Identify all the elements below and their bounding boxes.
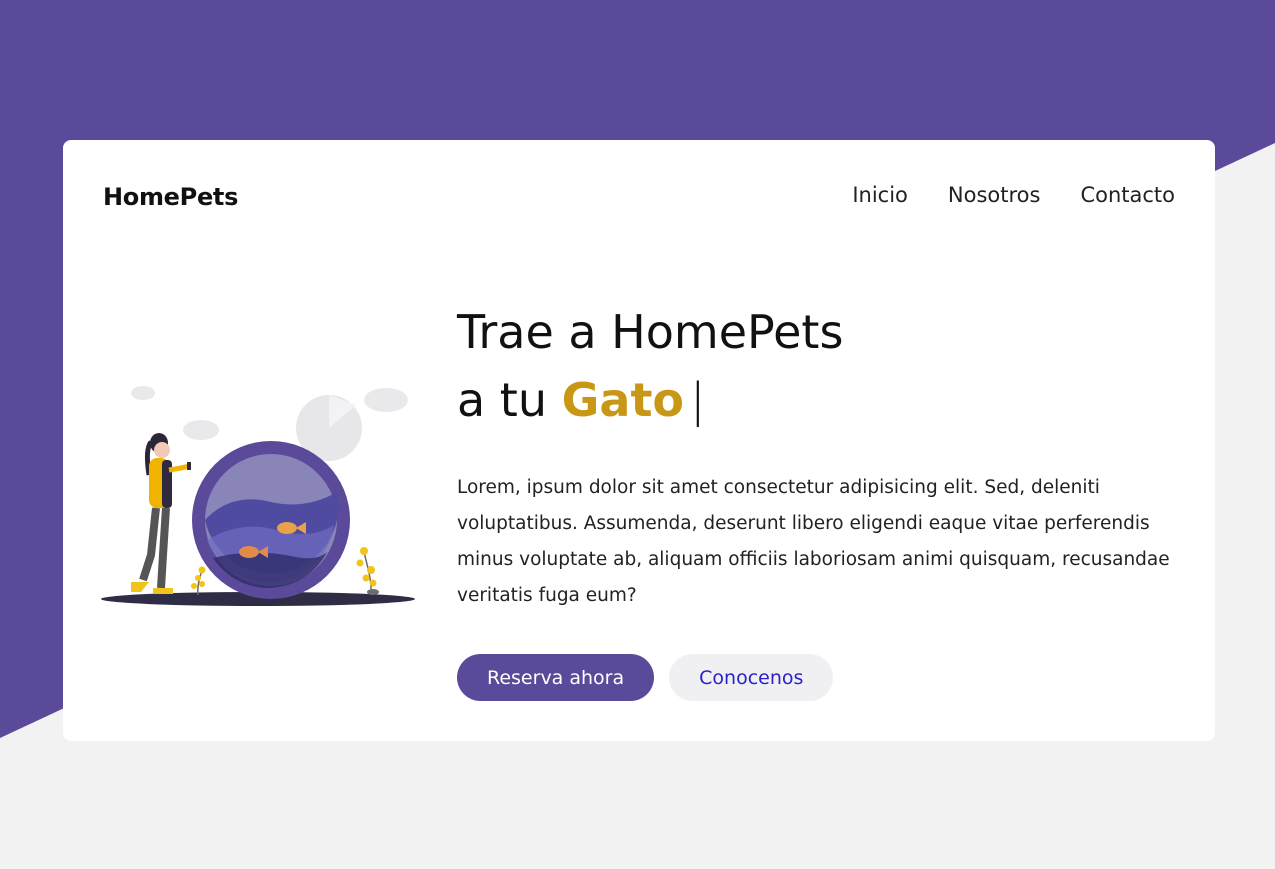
about-us-button[interactable]: Conocenos [669, 654, 834, 701]
reserve-now-button[interactable]: Reserva ahora [457, 654, 655, 701]
nav-link-inicio[interactable]: Inicio [852, 183, 908, 207]
hero-title: Trae a HomePets a tu Gato | [457, 298, 843, 434]
nav-link-nosotros[interactable]: Nosotros [948, 183, 1041, 207]
hero-title-prefix: a tu [457, 373, 548, 427]
brand-logo[interactable]: HomePets [103, 183, 238, 211]
main-nav: Inicio Nosotros Contacto [852, 183, 1175, 207]
typing-cursor: | [690, 373, 706, 427]
nav-link-contacto[interactable]: Contacto [1080, 183, 1175, 207]
woman-with-fishbowl-illustration [101, 386, 415, 606]
hero-buttons: Reserva ahora Conocenos [457, 654, 834, 701]
hero-title-accent: Gato [561, 373, 685, 427]
fishbowl-icon [192, 441, 350, 599]
hero-title-line1: Trae a HomePets [457, 305, 844, 359]
woman-figure-icon [131, 433, 191, 594]
hero-description: Lorem, ipsum dolor sit amet consectetur … [457, 477, 1170, 606]
cloud-icon [131, 386, 408, 440]
hero-card: HomePets Inicio Nosotros Contacto Trae a… [63, 140, 1215, 741]
